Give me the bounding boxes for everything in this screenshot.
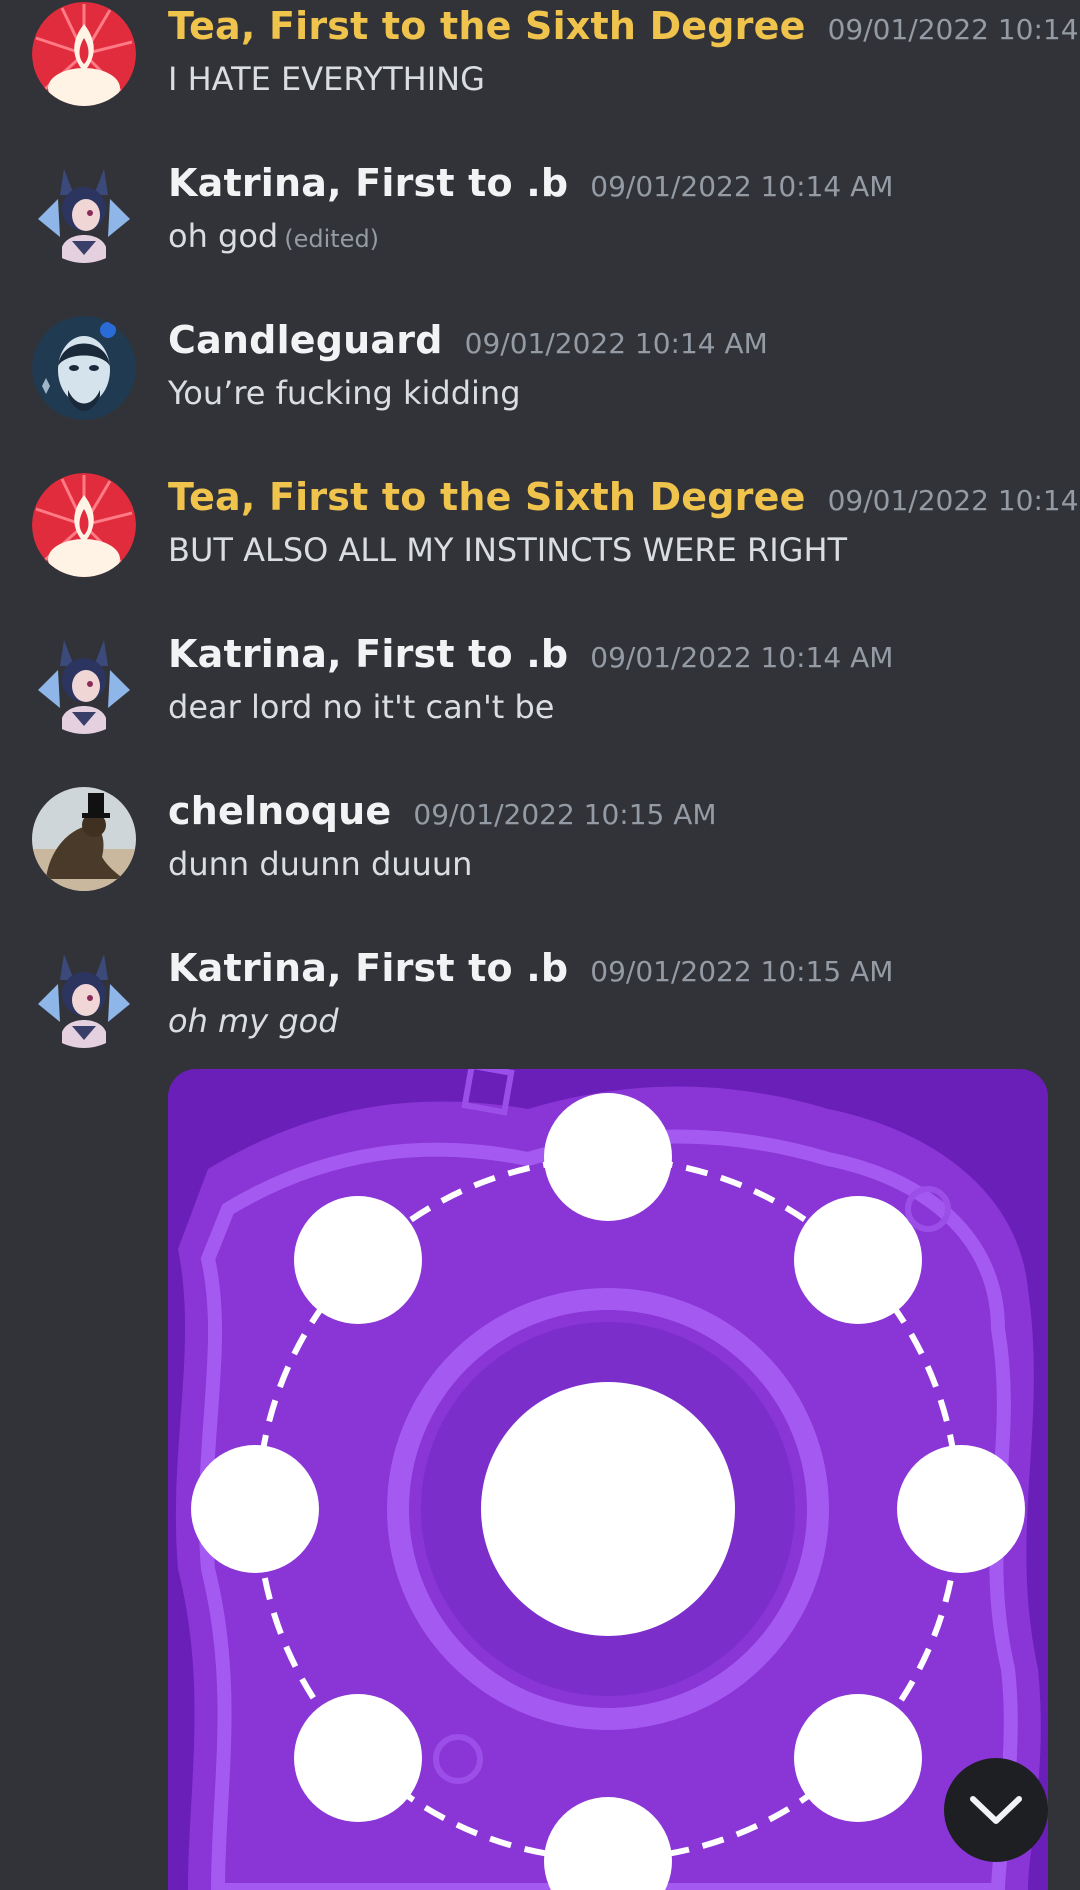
message-timestamp: 09/01/2022 10:15 AM — [413, 798, 717, 831]
message-timestamp: 09/01/2022 10:15 AM — [590, 955, 894, 988]
message-item: Katrina, First to .b 09/01/2022 10:14 AM … — [0, 157, 1080, 297]
message-author[interactable]: Candleguard — [168, 318, 443, 362]
message-item: Candleguard 09/01/2022 10:14 AM You’re fu… — [0, 314, 1080, 454]
anime-fox-girl-avatar-icon — [32, 630, 136, 734]
image-attachment[interactable] — [168, 1069, 1048, 1890]
message-author[interactable]: Tea, First to the Sixth Degree — [168, 4, 806, 48]
message-timestamp: 09/01/2022 10:14 AM — [590, 641, 894, 674]
message-item: Katrina, First to .b 09/01/2022 10:15 AM … — [0, 942, 1080, 1082]
message-text: BUT ALSO ALL MY INSTINCTS WERE RIGHT — [168, 531, 848, 569]
user-avatar[interactable] — [32, 944, 136, 1048]
edited-label: (edited) — [284, 225, 380, 253]
chevron-down-icon — [970, 1796, 1022, 1824]
message-author[interactable]: chelnoque — [168, 789, 391, 833]
message-author[interactable]: Katrina, First to .b — [168, 946, 568, 990]
message-author[interactable]: Katrina, First to .b — [168, 632, 568, 676]
message-text: I HATE EVERYTHING — [168, 60, 485, 98]
user-avatar[interactable] — [32, 630, 136, 734]
user-avatar[interactable] — [32, 787, 136, 891]
chat-log: Tea, First to the Sixth Degree 09/01/2022… — [0, 0, 1080, 1890]
message-timestamp: 09/01/2022 10:14 AM — [827, 484, 1080, 517]
message-item: Tea, First to the Sixth Degree 09/01/2022… — [0, 0, 1080, 140]
message-timestamp: 09/01/2022 10:14 AM — [590, 170, 894, 203]
anime-fox-girl-avatar-icon — [32, 944, 136, 1048]
jump-to-bottom-button[interactable] — [944, 1758, 1048, 1862]
message-text-content: oh god — [168, 217, 279, 255]
message-text: oh god (edited) — [168, 217, 379, 255]
message-item: Tea, First to the Sixth Degree 09/01/2022… — [0, 471, 1080, 611]
message-author[interactable]: Tea, First to the Sixth Degree — [168, 475, 806, 519]
red-flame-avatar-icon — [32, 473, 136, 577]
anime-fox-girl-avatar-icon — [32, 159, 136, 263]
message-text: oh my god — [168, 1002, 339, 1040]
user-avatar[interactable] — [32, 2, 136, 106]
red-flame-avatar-icon — [32, 2, 136, 106]
message-text: dear lord no it't can't be — [168, 688, 555, 726]
message-text: dunn duunn duuun — [168, 845, 473, 883]
message-timestamp: 09/01/2022 10:14 AM — [827, 13, 1080, 46]
user-avatar[interactable] — [32, 159, 136, 263]
masked-face-avatar-icon — [32, 316, 136, 420]
user-avatar[interactable] — [32, 473, 136, 577]
message-item: Katrina, First to .b 09/01/2022 10:14 AM … — [0, 628, 1080, 768]
message-text-italic: oh my god — [168, 1002, 339, 1040]
message-text: You’re fucking kidding — [168, 374, 521, 412]
message-item: chelnoque 09/01/2022 10:15 AM dunn duunn … — [0, 785, 1080, 925]
user-avatar[interactable] — [32, 316, 136, 420]
message-author[interactable]: Katrina, First to .b — [168, 161, 568, 205]
purple-circle-of-dots-image — [168, 1069, 1048, 1890]
message-timestamp: 09/01/2022 10:14 AM — [464, 327, 768, 360]
sea-lion-top-hat-avatar-icon — [32, 787, 136, 891]
